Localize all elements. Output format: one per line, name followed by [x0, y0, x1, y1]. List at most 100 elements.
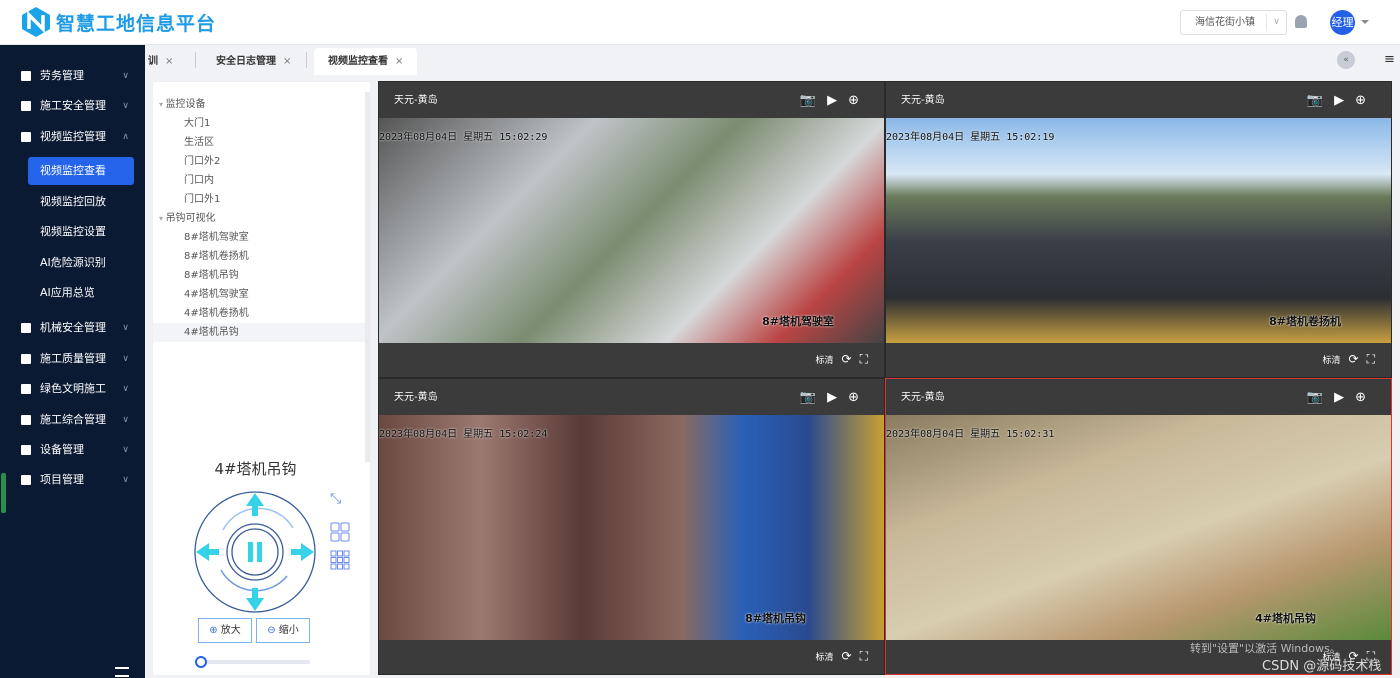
tree-node[interactable]: 生活区	[184, 133, 214, 152]
close-icon[interactable]: ×	[395, 56, 403, 67]
zoom-icon[interactable]: ⊕	[1355, 390, 1377, 405]
building-icon	[21, 101, 31, 111]
sidebar-sub-video-playback[interactable]: 视频监控回放	[28, 188, 134, 216]
chevron-down-icon: ∨	[122, 354, 129, 364]
tree-node[interactable]: 8#塔机吊钩	[184, 266, 239, 285]
sidebar-item-label: 劳务管理	[40, 69, 84, 82]
camera-icon[interactable]: 📷	[1307, 390, 1334, 405]
speed-slider[interactable]	[195, 656, 310, 668]
video-panel-selected[interactable]: 天元-黄岛 📷▶⊕ 2023年08月04日 星期五 15:02:31 4#塔机吊钩 …	[885, 378, 1392, 675]
grid-9-icon[interactable]	[330, 550, 350, 570]
video-panel[interactable]: 天元-黄岛 📷▶⊕ 2023年08月04日 星期五 15:02:19 8#塔机卷扬机…	[885, 81, 1392, 378]
sidebar-sub-video-view[interactable]: 视频监控查看	[28, 157, 134, 185]
close-icon[interactable]: ×	[283, 56, 291, 67]
tree-node[interactable]: 4#塔机卷扬机	[184, 304, 249, 323]
tab-safety-log[interactable]: 安全日志管理 ×	[216, 48, 291, 75]
tree-node-selected[interactable]: 4#塔机吊钩	[153, 323, 365, 342]
panel-title: 天元-黄岛	[901, 95, 945, 106]
sidebar-item-green[interactable]: 绿色文明施工 ∨	[0, 374, 145, 404]
grid-4-icon[interactable]	[330, 522, 350, 542]
refresh-icon[interactable]: ⟳	[1349, 352, 1359, 366]
tree-group-monitor[interactable]: ▾ 监控设备	[159, 95, 206, 114]
tree-node[interactable]: 大门1	[184, 114, 210, 133]
zoom-out-button[interactable]: ⊖ 缩小	[256, 618, 310, 643]
list-icon	[21, 445, 31, 455]
fullscreen-icon[interactable]: ⛶	[860, 649, 868, 663]
panel-header: 天元-黄岛 📷▶⊕	[379, 82, 884, 118]
collapse-sidebar-icon[interactable]	[115, 667, 129, 677]
camera-icon[interactable]: 📷	[1307, 93, 1334, 108]
record-icon[interactable]: ▶	[827, 93, 848, 108]
fullscreen-icon[interactable]: ⛶	[1367, 352, 1375, 366]
video-panel[interactable]: 天元-黄岛 📷▶⊕ 2023年08月04日 星期五 15:02:24 8#塔机吊钩 …	[378, 378, 885, 675]
tree-label: 吊钩可视化	[165, 213, 216, 224]
zoom-icon[interactable]: ⊕	[1355, 93, 1377, 108]
chevron-down-icon: ∨	[122, 445, 129, 455]
camera-icon[interactable]: 📷	[800, 390, 827, 405]
camera-icon[interactable]: 📷	[800, 93, 827, 108]
building-icon	[21, 323, 31, 333]
record-icon[interactable]: ▶	[827, 390, 848, 405]
video-feed[interactable]: 2023年08月04日 星期五 15:02:29 8#塔机驾驶室	[379, 118, 884, 343]
tab-label: 安全日志管理	[216, 56, 276, 67]
tree-node[interactable]: 4#塔机驾驶室	[184, 285, 249, 304]
site-select[interactable]: 海信花街小镇 ∨	[1180, 10, 1287, 35]
panel-title: 天元-黄岛	[394, 392, 438, 403]
zoom-icon[interactable]: ⊕	[848, 390, 870, 405]
ptz-joystick[interactable]	[193, 490, 317, 614]
record-icon[interactable]: ▶	[1334, 93, 1355, 108]
caret-down-icon[interactable]	[1361, 20, 1369, 28]
camera-label: 8#塔机驾驶室	[762, 315, 834, 328]
fullscreen-icon[interactable]: ⤡	[330, 492, 341, 506]
video-feed[interactable]: 2023年08月04日 星期五 15:02:31 4#塔机吊钩	[886, 415, 1391, 640]
fold-tabs-button[interactable]: «	[1337, 51, 1355, 69]
video-panel[interactable]: 天元-黄岛 📷▶⊕ 2023年08月04日 星期五 15:02:29 8#塔机驾驶室…	[378, 81, 885, 378]
slider-handle[interactable]	[195, 656, 207, 668]
timestamp: 2023年08月04日 星期五 15:02:31	[886, 429, 1055, 440]
zoom-icon[interactable]: ⊕	[848, 93, 870, 108]
tree-node[interactable]: 门口外1	[184, 190, 220, 209]
arrow-down-icon	[246, 598, 264, 611]
video-feed[interactable]: 2023年08月04日 星期五 15:02:24 8#塔机吊钩	[379, 415, 884, 640]
fullscreen-icon[interactable]: ⛶	[860, 352, 868, 366]
record-icon[interactable]: ▶	[1334, 390, 1355, 405]
sidebar-sub-ai-overview[interactable]: AI应用总览	[28, 279, 134, 307]
sidebar-item-project[interactable]: 项目管理 ∨	[0, 465, 145, 495]
sidebar-item-general[interactable]: 施工综合管理 ∨	[0, 405, 145, 435]
sidebar-item-labor[interactable]: 劳务管理 ∨	[0, 61, 145, 91]
tab-training[interactable]: 培训 ×	[148, 48, 188, 75]
zoom-in-icon: ⊕	[209, 625, 221, 636]
avatar[interactable]: 经理	[1330, 10, 1355, 35]
refresh-icon[interactable]: ⟳	[842, 649, 852, 663]
sidebar-item-video[interactable]: 视频监控管理 ∧	[0, 122, 145, 152]
close-icon[interactable]: ×	[165, 56, 173, 67]
tab-video-view[interactable]: 视频监控查看 ×	[314, 48, 418, 75]
building-icon	[21, 132, 31, 142]
tree-node[interactable]: 门口内	[184, 171, 214, 190]
refresh-icon[interactable]: ⟳	[842, 352, 852, 366]
chevron-down-icon: ∨	[122, 101, 129, 111]
sidebar-item-equipment[interactable]: 设备管理 ∨	[0, 435, 145, 465]
sidebar-sub-video-settings[interactable]: 视频监控设置	[28, 218, 134, 246]
quality-label[interactable]: 标清	[816, 356, 834, 366]
menu-icon[interactable]: ≡	[1384, 52, 1395, 67]
bell-icon[interactable]	[1295, 15, 1307, 28]
video-feed[interactable]: 2023年08月04日 星期五 15:02:19 8#塔机卷扬机	[886, 118, 1391, 343]
arrow-right-icon	[301, 543, 314, 561]
tree-node[interactable]: 8#塔机驾驶室	[184, 228, 249, 247]
scrollbar[interactable]	[365, 92, 370, 462]
sidebar-item-safety[interactable]: 施工安全管理 ∨	[0, 91, 145, 121]
tree-node[interactable]: 门口外2	[184, 152, 220, 171]
sidebar-item-machinery[interactable]: 机械安全管理 ∨	[0, 313, 145, 343]
app-title: 智慧工地信息平台	[56, 13, 217, 35]
scrollbar[interactable]	[1, 473, 6, 513]
quality-label[interactable]: 标清	[816, 653, 834, 663]
zoom-in-button[interactable]: ⊕ 放大	[198, 618, 252, 643]
tree-node[interactable]: 8#塔机卷扬机	[184, 247, 249, 266]
sidebar-item-label: 项目管理	[40, 473, 84, 486]
sidebar-sub-ai-hazard[interactable]: AI危险源识别	[28, 249, 134, 277]
quality-label[interactable]: 标清	[1323, 356, 1341, 366]
timestamp: 2023年08月04日 星期五 15:02:24	[379, 429, 548, 440]
tree-group-hook[interactable]: ▾ 吊钩可视化	[159, 209, 216, 228]
sidebar-item-quality[interactable]: 施工质量管理 ∨	[0, 344, 145, 374]
